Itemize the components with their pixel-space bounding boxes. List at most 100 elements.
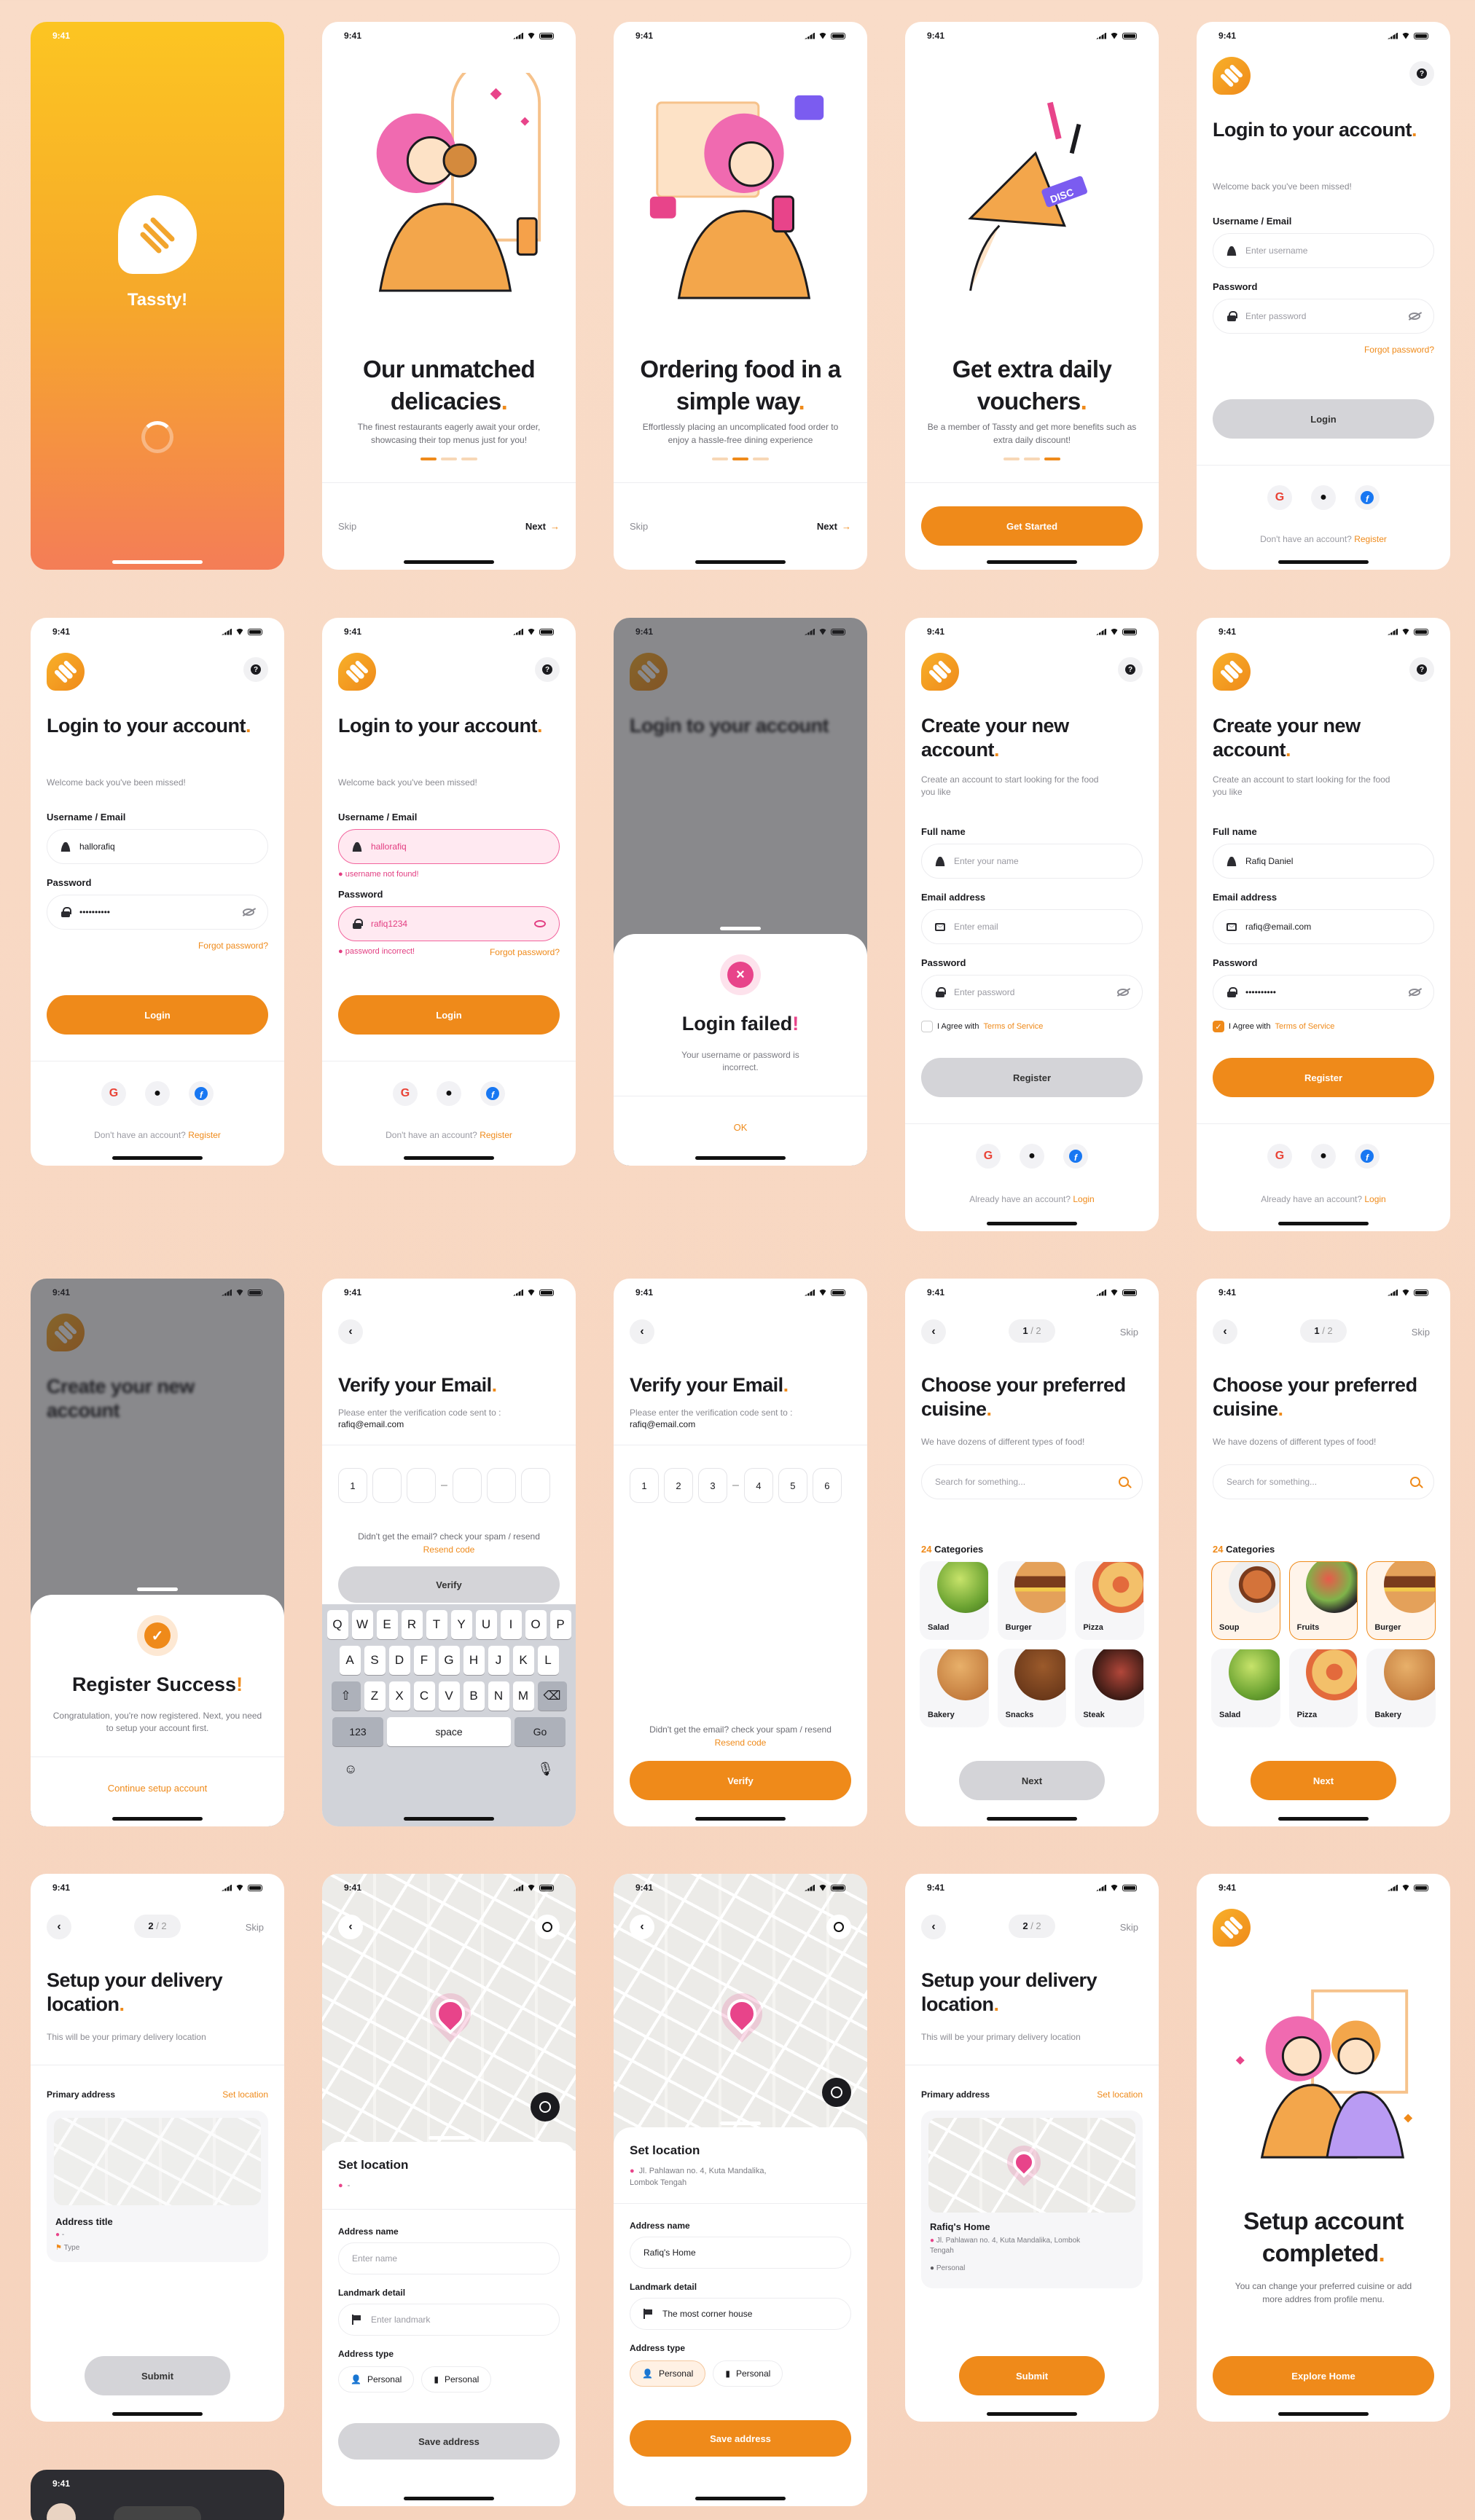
back-button[interactable]: ‹ xyxy=(921,1319,946,1344)
google-icon[interactable]: G xyxy=(1267,1144,1292,1169)
skip-button[interactable]: Skip xyxy=(1412,1327,1430,1338)
otp-digit[interactable]: 2 xyxy=(664,1468,693,1503)
password-input[interactable]: •••••••••• xyxy=(1213,975,1434,1010)
category-fruits[interactable]: Fruits xyxy=(1288,1561,1358,1640)
password-input[interactable]: •••••••••• xyxy=(47,895,268,930)
email-input[interactable]: rafiq@email.com xyxy=(1213,909,1434,944)
key-d[interactable]: D xyxy=(388,1646,410,1675)
google-icon[interactable]: G xyxy=(393,1081,418,1106)
terms-checkbox-row[interactable]: I Agree with Terms of Service xyxy=(921,1021,1043,1032)
key-v[interactable]: V xyxy=(438,1681,460,1711)
otp-digit[interactable] xyxy=(452,1468,482,1503)
key-c[interactable]: C xyxy=(413,1681,435,1711)
back-button[interactable]: ‹ xyxy=(47,1915,71,1939)
key-n[interactable]: N xyxy=(488,1681,509,1711)
forgot-password-link[interactable]: Forgot password? xyxy=(198,941,268,951)
checkbox[interactable] xyxy=(921,1021,933,1032)
facebook-icon[interactable]: f xyxy=(1063,1144,1088,1169)
eye-off-icon[interactable] xyxy=(243,908,254,916)
skip-button[interactable]: Skip xyxy=(1120,1327,1138,1338)
category-snacks[interactable]: Snacks xyxy=(997,1649,1067,1727)
eye-off-icon[interactable] xyxy=(1409,989,1420,996)
username-input[interactable]: hallorafiq xyxy=(47,829,268,864)
otp-digit[interactable] xyxy=(372,1468,402,1503)
otp-input[interactable]: 1 2 3–4 5 6 xyxy=(630,1468,851,1503)
google-icon[interactable]: G xyxy=(1267,485,1292,510)
next-button[interactable]: Next → xyxy=(525,521,560,532)
password-input[interactable]: Enter password xyxy=(921,975,1143,1010)
set-location-link[interactable]: Set location xyxy=(222,2089,268,2100)
terms-link[interactable]: Terms of Service xyxy=(983,1022,1043,1031)
address-name-input[interactable]: Rafiq's Home xyxy=(630,2237,851,2269)
delete-key[interactable]: ⌫ xyxy=(537,1681,567,1711)
category-bakery[interactable]: Bakery xyxy=(920,1649,989,1727)
apple-icon[interactable]: ● xyxy=(437,1081,461,1106)
landmark-input[interactable]: Enter landmark xyxy=(338,2304,560,2336)
skip-button[interactable]: Skip xyxy=(630,521,648,532)
apple-icon[interactable]: ● xyxy=(1020,1144,1044,1169)
otp-digit[interactable] xyxy=(407,1468,436,1503)
facebook-icon[interactable]: f xyxy=(189,1081,214,1106)
checkbox-checked[interactable]: ✓ xyxy=(1213,1021,1224,1032)
username-input[interactable]: Enter username xyxy=(1213,233,1434,268)
key-m[interactable]: M xyxy=(512,1681,534,1711)
help-icon[interactable] xyxy=(1409,657,1434,682)
verify-button[interactable]: Verify xyxy=(338,1566,560,1603)
address-card[interactable]: Address title ● - ⚑ Type xyxy=(47,2111,268,2262)
landmark-input[interactable]: The most corner house xyxy=(630,2298,851,2330)
forgot-password-link[interactable]: Forgot password? xyxy=(490,947,560,957)
key-g[interactable]: G xyxy=(438,1646,460,1675)
category-burger[interactable]: Burger xyxy=(997,1561,1067,1640)
eye-icon[interactable] xyxy=(534,920,546,927)
next-button[interactable]: Next xyxy=(959,1761,1105,1800)
next-button[interactable]: Next xyxy=(1251,1761,1396,1800)
otp-input[interactable]: 1– xyxy=(338,1468,560,1503)
emoji-icon[interactable]: ☺ xyxy=(344,1762,357,1777)
facebook-icon[interactable]: f xyxy=(1355,485,1380,510)
key-q[interactable]: Q xyxy=(326,1610,348,1639)
password-input[interactable]: rafiq1234 xyxy=(338,906,560,941)
get-started-button[interactable]: Get Started xyxy=(921,506,1143,546)
otp-digit[interactable]: 1 xyxy=(338,1468,367,1503)
register-link[interactable]: Register xyxy=(480,1130,512,1140)
shift-key[interactable]: ⇧ xyxy=(331,1681,361,1711)
skip-button[interactable]: Skip xyxy=(338,521,356,532)
login-button[interactable]: Login xyxy=(1213,399,1434,439)
explore-home-button[interactable]: Explore Home xyxy=(1213,2356,1434,2395)
login-button[interactable]: Login xyxy=(338,995,560,1035)
type-personal-chip[interactable]: 👤 Personal xyxy=(338,2366,415,2393)
login-link[interactable]: Login xyxy=(1073,1194,1094,1204)
apple-icon[interactable]: ● xyxy=(1311,485,1336,510)
back-button[interactable]: ‹ xyxy=(630,1915,654,1939)
terms-link[interactable]: Terms of Service xyxy=(1275,1022,1334,1031)
back-button[interactable]: ‹ xyxy=(338,1319,363,1344)
otp-digit[interactable]: 1 xyxy=(630,1468,659,1503)
resend-link[interactable]: Resend code xyxy=(343,1543,555,1556)
search-input[interactable]: Search for something... xyxy=(921,1464,1143,1499)
username-input[interactable]: hallorafiq xyxy=(338,829,560,864)
resend-link[interactable]: Resend code xyxy=(634,1736,847,1749)
key-h[interactable]: H xyxy=(463,1646,485,1675)
my-location-icon[interactable] xyxy=(822,2078,851,2107)
search-input[interactable]: Search for something... xyxy=(1213,1464,1434,1499)
ok-button[interactable]: OK xyxy=(614,1122,867,1133)
category-soup[interactable]: Soup xyxy=(1211,1561,1280,1640)
category-salad[interactable]: Salad xyxy=(920,1561,989,1640)
back-button[interactable]: ‹ xyxy=(338,1915,363,1939)
submit-button[interactable]: Submit xyxy=(959,2356,1105,2395)
key-i[interactable]: I xyxy=(500,1610,522,1639)
otp-digit[interactable]: 3 xyxy=(698,1468,727,1503)
facebook-icon[interactable]: f xyxy=(1355,1144,1380,1169)
otp-digit[interactable]: 6 xyxy=(812,1468,842,1503)
eye-off-icon[interactable] xyxy=(1117,989,1129,996)
save-address-button[interactable]: Save address xyxy=(630,2420,851,2457)
key-p[interactable]: P xyxy=(549,1610,571,1639)
fullname-input[interactable]: Enter your name xyxy=(921,844,1143,879)
fullname-input[interactable]: Rafiq Daniel xyxy=(1213,844,1434,879)
google-icon[interactable]: G xyxy=(101,1081,126,1106)
set-location-link[interactable]: Set location xyxy=(1097,2089,1143,2100)
space-key[interactable]: space xyxy=(387,1717,511,1746)
category-steak[interactable]: Steak xyxy=(1075,1649,1144,1727)
search-icon[interactable] xyxy=(826,1915,851,1939)
key-l[interactable]: L xyxy=(537,1646,559,1675)
